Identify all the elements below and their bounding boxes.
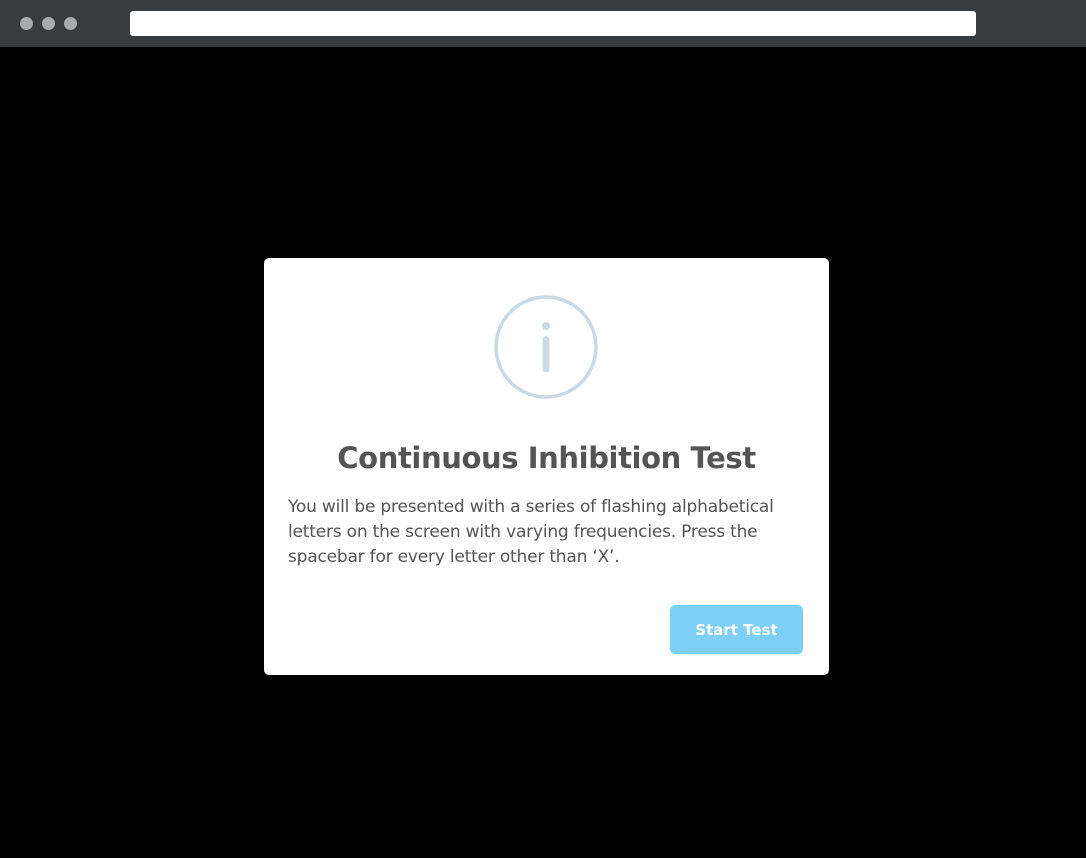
window-maximize-dot[interactable] <box>64 17 77 30</box>
modal-title: Continuous Inhibition Test <box>337 441 756 475</box>
start-test-button[interactable]: Start Test <box>670 605 803 654</box>
browser-toolbar <box>0 0 1086 47</box>
modal-description: You will be presented with a series of f… <box>288 497 774 567</box>
info-icon <box>494 295 598 399</box>
instructions-modal: Continuous Inhibition Test You will be p… <box>264 258 829 675</box>
window-close-dot[interactable] <box>20 17 33 30</box>
window-minimize-dot[interactable] <box>42 17 55 30</box>
address-bar[interactable] <box>130 11 976 36</box>
